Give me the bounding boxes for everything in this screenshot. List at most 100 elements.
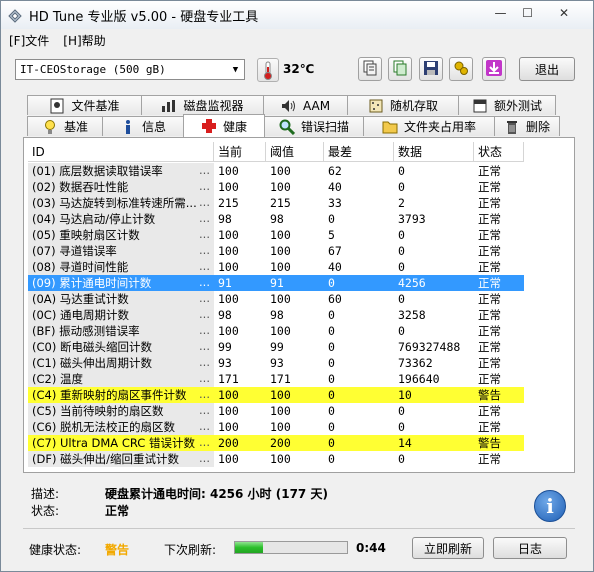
tab-info[interactable]: 信息 — [102, 116, 184, 136]
ellipsis-marker: ... — [199, 291, 210, 305]
menu-help[interactable]: [H]帮助 — [63, 32, 105, 49]
threshold-cell-text: 100 — [270, 228, 291, 242]
table-row[interactable]: (05) 重映射扇区计数... 100 100 5 0 正常 — [28, 227, 574, 243]
status-cell: 正常 — [474, 275, 524, 291]
next-refresh-label: 下次刷新: — [164, 543, 217, 557]
tab-disk-monitor[interactable]: 磁盘监视器 — [141, 95, 264, 115]
column-header-status[interactable]: 状态 — [474, 142, 524, 162]
close-button[interactable]: ✕ — [541, 3, 587, 22]
threshold-cell-text: 98 — [270, 308, 284, 322]
table-row[interactable]: (01) 底层数据读取错误率... 100 100 62 0 正常 — [28, 163, 574, 179]
threshold-cell: 100 — [266, 163, 324, 179]
tab-error-scan[interactable]: 错误扫描 — [264, 116, 364, 136]
attribute-name-cell-text: (05) 重映射扇区计数 — [32, 228, 140, 242]
threshold-cell-text: 100 — [270, 324, 291, 338]
status-cell-text: 正常 — [478, 244, 501, 258]
table-row[interactable]: (C7) Ultra DMA CRC 错误计数... 200 200 0 14 警告 — [28, 435, 574, 451]
table-row[interactable]: (C0) 断电磁头缩回计数... 99 99 0 769327488 正常 — [28, 339, 574, 355]
exit-button[interactable]: 退出 — [519, 57, 575, 81]
attribute-name-cell-text: (C0) 断电磁头缩回计数 — [32, 340, 152, 354]
title-bar[interactable]: HD Tune 专业版 v5.00 - 硬盘专业工具 — ☐ ✕ — [1, 1, 593, 29]
table-header: ID 当前 阈值 最差 数据 状态 — [28, 142, 524, 162]
table-row[interactable]: (C6) 脱机无法校正的扇区数... 100 100 0 0 正常 — [28, 419, 574, 435]
copy-screenshot-button[interactable] — [388, 57, 412, 81]
current-cell-text: 100 — [218, 260, 239, 274]
menu-file[interactable]: [F]文件 — [9, 32, 49, 49]
health-panel: ID 当前 阈值 最差 数据 状态 (01) 底层数据读取错误率... 100 10… — [23, 137, 575, 473]
table-row[interactable]: (03) 马达旋转到标准转速所需...... 215 215 33 2 正常 — [28, 195, 574, 211]
attribute-name-cell-text: (C5) 当前待映射的扇区数 — [32, 404, 164, 418]
tab-file-benchmark[interactable]: 文件基准 — [27, 95, 142, 115]
current-cell: 98 — [214, 211, 266, 227]
ellipsis-marker: ... — [199, 387, 210, 401]
attribute-name-cell-text: (C2) 温度 — [32, 372, 83, 386]
tab-extra-tests[interactable]: 额外测试 — [458, 95, 556, 115]
tab-aam[interactable]: AAM — [263, 95, 348, 115]
progress-fill — [235, 542, 263, 553]
info-circle-icon[interactable]: i — [534, 490, 566, 522]
ellipsis-marker: ... — [199, 323, 210, 337]
data-cell: 3793 — [394, 211, 474, 227]
data-cell: 4256 — [394, 275, 474, 291]
worst-cell: 0 — [324, 323, 394, 339]
table-row[interactable]: (BF) 振动感测错误率... 100 100 0 0 正常 — [28, 323, 574, 339]
table-row[interactable]: (09) 累计通电时间计数... 91 91 0 4256 正常 — [28, 275, 574, 291]
current-cell-text: 93 — [218, 356, 232, 370]
column-header-data[interactable]: 数据 — [394, 142, 474, 162]
extra-tests-icon — [472, 98, 488, 114]
status-cell-text: 正常 — [478, 420, 501, 434]
threshold-cell: 99 — [266, 339, 324, 355]
table-row[interactable]: (C4) 重新映射的扇区事件计数... 100 100 0 10 警告 — [28, 387, 574, 403]
attribute-name-cell-text: (C7) Ultra DMA CRC 错误计数 — [32, 436, 195, 450]
column-header-current[interactable]: 当前 — [214, 142, 266, 162]
ellipsis-marker: ... — [199, 179, 210, 193]
column-header-worst[interactable]: 最差 — [324, 142, 394, 162]
tab-health[interactable]: 健康 — [183, 114, 265, 137]
minimize-button[interactable]: — — [487, 3, 514, 22]
table-row[interactable]: (0A) 马达重试计数... 100 100 60 0 正常 — [28, 291, 574, 307]
status-cell: 正常 — [474, 163, 524, 179]
save-button[interactable] — [419, 57, 443, 81]
column-header-id[interactable]: ID — [28, 142, 214, 162]
status-cell-text: 警告 — [478, 388, 501, 402]
options-button[interactable] — [449, 57, 473, 81]
data-cell-text: 10 — [398, 388, 412, 402]
status-cell: 正常 — [474, 371, 524, 387]
table-row[interactable]: (02) 数据吞吐性能... 100 100 40 0 正常 — [28, 179, 574, 195]
ellipsis-marker: ... — [199, 211, 210, 225]
table-row[interactable]: (08) 寻道时间性能... 100 100 40 0 正常 — [28, 259, 574, 275]
drive-select[interactable]: IT-CEOStorage (500 gB) ▼ — [15, 59, 245, 80]
table-row[interactable]: (C1) 磁头伸出周期计数... 93 93 0 73362 正常 — [28, 355, 574, 371]
tab-folder-usage[interactable]: 文件夹占用率 — [363, 116, 495, 136]
worst-cell: 40 — [324, 259, 394, 275]
chevron-down-icon[interactable]: ▼ — [227, 60, 244, 79]
table-row[interactable]: (04) 马达启动/停止计数... 98 98 0 3793 正常 — [28, 211, 574, 227]
status-cell: 警告 — [474, 435, 524, 451]
status-cell: 正常 — [474, 195, 524, 211]
threshold-cell: 100 — [266, 419, 324, 435]
threshold-cell: 98 — [266, 307, 324, 323]
worst-cell: 0 — [324, 211, 394, 227]
data-cell-text: 0 — [398, 292, 405, 306]
table-row[interactable]: (07) 寻道错误率... 100 100 67 0 正常 — [28, 243, 574, 259]
threshold-cell-text: 100 — [270, 404, 291, 418]
threshold-cell: 100 — [266, 227, 324, 243]
tab-benchmark[interactable]: 基准 — [27, 116, 103, 136]
tab-erase[interactable]: 删除 — [494, 116, 560, 136]
log-button[interactable]: 日志 — [493, 537, 567, 559]
table-row[interactable]: (C5) 当前待映射的扇区数... 100 100 0 0 正常 — [28, 403, 574, 419]
copy-text-button[interactable] — [358, 57, 382, 81]
table-row[interactable]: (C2) 温度... 171 171 0 196640 正常 — [28, 371, 574, 387]
maximize-button[interactable]: ☐ — [514, 3, 541, 22]
table-row[interactable]: (DF) 磁头伸出/缩回重试计数... 100 100 0 0 正常 — [28, 451, 574, 467]
status-cell-text: 正常 — [478, 292, 501, 306]
attribute-name-cell: (08) 寻道时间性能... — [28, 259, 214, 275]
worst-cell: 5 — [324, 227, 394, 243]
column-header-threshold[interactable]: 阈值 — [266, 142, 324, 162]
health-status-label: 健康状态: — [29, 543, 82, 557]
tab-random-access[interactable]: 随机存取 — [347, 95, 459, 115]
download-button[interactable] — [482, 57, 506, 81]
table-row[interactable]: (0C) 通电周期计数... 98 98 0 3258 正常 — [28, 307, 574, 323]
refresh-now-button[interactable]: 立即刷新 — [412, 537, 484, 559]
current-cell: 91 — [214, 275, 266, 291]
